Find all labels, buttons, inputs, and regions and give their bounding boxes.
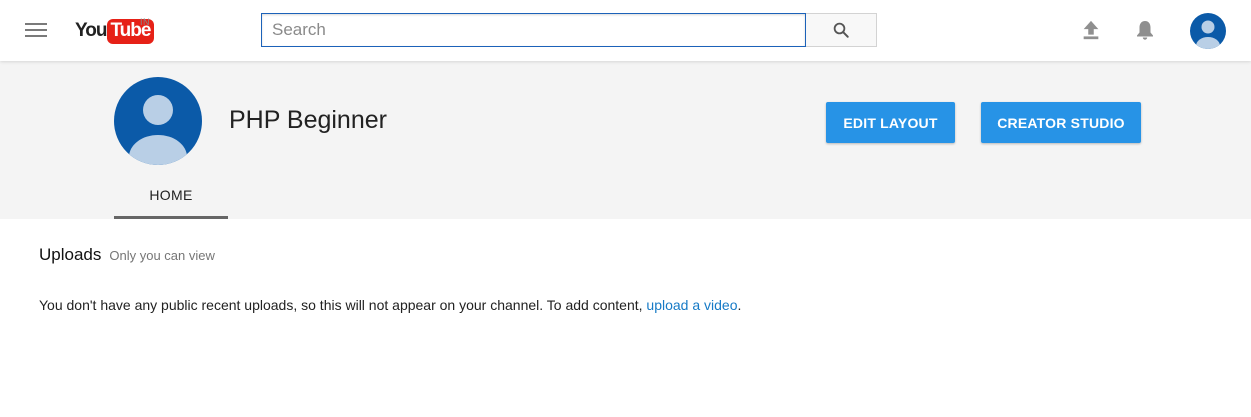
menu-bar: [25, 23, 47, 25]
search-button[interactable]: [806, 13, 877, 47]
channel-title: PHP Beginner: [229, 106, 387, 134]
menu-bar: [25, 35, 47, 37]
hamburger-menu-icon[interactable]: [22, 17, 50, 43]
search-input[interactable]: [261, 13, 806, 47]
account-avatar-icon[interactable]: [1190, 13, 1226, 49]
uploads-header: Uploads Only you can view: [39, 245, 215, 265]
edit-layout-button[interactable]: EDIT LAYOUT: [826, 102, 955, 143]
search-icon: [833, 22, 849, 38]
avatar-silhouette-icon: [114, 77, 202, 165]
avatar-silhouette-icon: [1190, 13, 1226, 49]
uploads-visibility-note: Only you can view: [109, 248, 215, 263]
logo-country-code: IN: [140, 17, 150, 27]
uploads-title: Uploads: [39, 245, 102, 264]
logo-you-text: You: [75, 20, 108, 41]
upload-video-link[interactable]: upload a video: [646, 297, 737, 313]
tab-home[interactable]: HOME: [114, 173, 228, 219]
search-bar: [261, 13, 877, 47]
creator-studio-button[interactable]: CREATOR STUDIO: [981, 102, 1141, 143]
channel-avatar: [114, 77, 202, 165]
menu-bar: [25, 29, 47, 31]
channel-header: PHP Beginner EDIT LAYOUT CREATOR STUDIO …: [0, 61, 1251, 219]
uploads-message-text: You don't have any public recent uploads…: [39, 297, 647, 313]
bell-icon[interactable]: [1133, 18, 1157, 42]
masthead: You Tube IN: [0, 0, 1251, 61]
uploads-message-end: .: [737, 297, 742, 313]
uploads-empty-message: You don't have any public recent uploads…: [39, 297, 741, 313]
upload-icon[interactable]: [1080, 19, 1102, 41]
